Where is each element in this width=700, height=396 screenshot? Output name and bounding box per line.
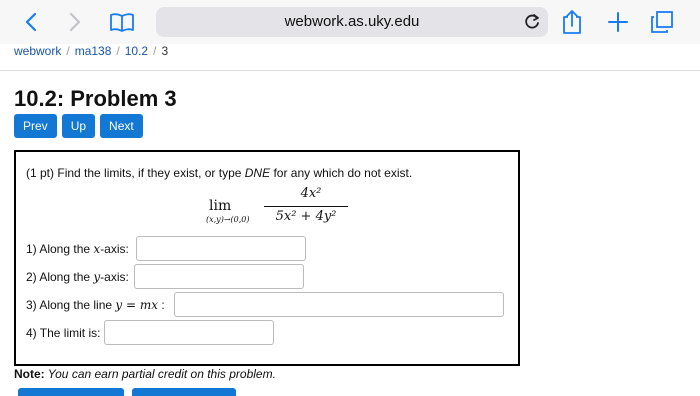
question-3-label: 3) Along the line y = mx :	[26, 298, 165, 312]
lim-subscript: (x,y)→(0,0)	[206, 215, 250, 224]
question-2-label: 2) Along the y-axis:	[26, 270, 129, 284]
url-text: webwork.as.uky.edu	[284, 13, 420, 30]
answer-3-input[interactable]	[174, 292, 504, 317]
browser-toolbar: webwork.as.uky.edu	[0, 0, 700, 44]
preview-button[interactable]	[18, 388, 124, 396]
problem-prompt: (1 pt) Find the limits, if they exist, o…	[26, 166, 413, 180]
prev-button[interactable]: Prev	[14, 114, 57, 138]
partial-credit-note: Note: You can earn partial credit on thi…	[14, 367, 276, 381]
up-button[interactable]: Up	[61, 114, 96, 138]
fraction-bar	[264, 206, 348, 207]
question-1-label: 1) Along the x-axis:	[26, 242, 129, 256]
fraction-numerator: 4x²	[300, 186, 322, 201]
breadcrumb-webwork[interactable]: webwork	[14, 44, 61, 58]
breadcrumb-set[interactable]: 10.2	[125, 44, 148, 58]
divider	[0, 70, 700, 71]
forward-icon[interactable]	[60, 8, 88, 36]
breadcrumb: webwork / ma138/10.2/3	[14, 44, 169, 58]
question-4-label: 4) The limit is:	[26, 326, 101, 340]
breadcrumb-course[interactable]: ma138	[75, 44, 112, 58]
reload-icon[interactable]	[522, 12, 542, 32]
new-tab-icon[interactable]	[604, 8, 632, 36]
answer-1-input[interactable]	[136, 236, 306, 261]
share-icon[interactable]	[558, 8, 586, 36]
bookmarks-icon[interactable]	[108, 8, 136, 36]
address-bar[interactable]: webwork.as.uky.edu	[156, 7, 548, 37]
back-icon[interactable]	[18, 8, 46, 36]
breadcrumb-problem: 3	[161, 44, 169, 58]
answer-2-input[interactable]	[134, 264, 304, 289]
next-button[interactable]: Next	[100, 114, 143, 138]
lim-operator: lim	[209, 198, 232, 214]
problem-box: (1 pt) Find the limits, if they exist, o…	[14, 150, 520, 366]
limit-formula: lim (x,y)→(0,0) 4x² 5x² + 4y²	[206, 186, 406, 232]
submit-button[interactable]	[132, 388, 236, 396]
page-title: 10.2: Problem 3	[14, 86, 177, 111]
answer-4-input[interactable]	[104, 320, 274, 345]
tabs-icon[interactable]	[648, 8, 676, 36]
fraction-denominator: 5x² + 4y²	[275, 209, 337, 224]
problem-nav: Prev Up Next	[14, 114, 143, 138]
